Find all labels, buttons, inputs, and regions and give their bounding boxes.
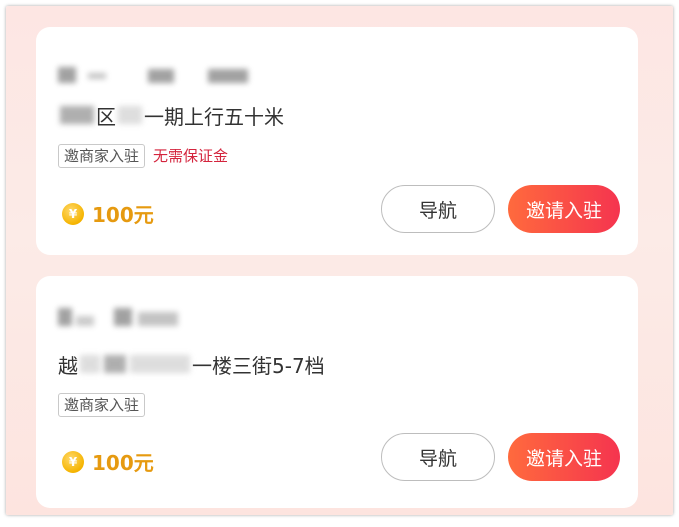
price-value: 100元 xyxy=(92,203,154,227)
listing-address: 区 一期上行五十米 xyxy=(58,101,284,129)
price: ¥ 100元 xyxy=(62,447,154,476)
tag-row: 邀商家入驻 xyxy=(58,393,146,417)
address-suffix: 一期上行五十米 xyxy=(144,104,284,129)
navigate-button[interactable]: 导航 xyxy=(381,433,495,481)
listing-address: 越 一楼三街5-7档 xyxy=(58,350,325,378)
price: ¥ 100元 xyxy=(62,199,154,228)
listing-card[interactable]: 区 一期上行五十米 邀商家入驻 无需保证金 ¥ 100元 导航 邀请入驻 xyxy=(36,27,638,255)
tag-invite-merchants: 邀商家入驻 xyxy=(58,144,146,168)
address-prefix: 越 xyxy=(58,353,78,378)
address-prefix: 区 xyxy=(96,104,116,129)
tag-invite-merchants: 邀商家入驻 xyxy=(58,393,146,417)
invite-settle-button[interactable]: 邀请入驻 xyxy=(508,433,620,481)
tag-row: 邀商家入驻 无需保证金 xyxy=(58,144,232,168)
yen-coin-icon: ¥ xyxy=(62,202,84,225)
navigate-button[interactable]: 导航 xyxy=(381,185,495,233)
yen-coin-icon: ¥ xyxy=(62,450,84,473)
screen: 区 一期上行五十米 邀商家入驻 无需保证金 ¥ 100元 导航 邀请入驻 越 一 xyxy=(6,6,673,515)
address-suffix: 一楼三街5-7档 xyxy=(192,353,325,378)
price-value: 100元 xyxy=(92,451,154,475)
invite-settle-button[interactable]: 邀请入驻 xyxy=(508,185,620,233)
redacted-shop-name xyxy=(58,308,258,328)
redacted-shop-name xyxy=(58,65,258,85)
listing-card[interactable]: 越 一楼三街5-7档 邀商家入驻 ¥ 100元 导航 邀请入驻 xyxy=(36,276,638,508)
no-deposit-note: 无需保证金 xyxy=(153,147,229,165)
